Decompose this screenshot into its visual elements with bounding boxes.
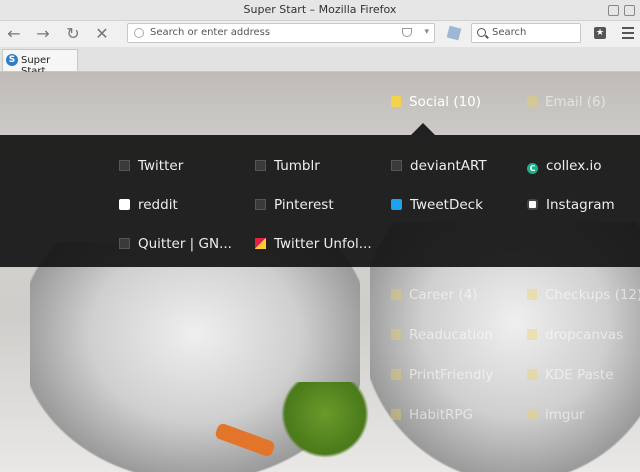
site-icon <box>391 409 401 420</box>
folder-icon <box>527 289 537 300</box>
folder-icon <box>527 96 537 107</box>
site-info-icon[interactable] <box>134 28 144 38</box>
reload-icon: ↻ <box>66 24 80 43</box>
site-twitter-unfollow[interactable]: Twitter Unfol... <box>255 236 372 252</box>
site-quitter[interactable]: Quitter | GN... <box>119 236 232 252</box>
site-icon <box>527 409 537 420</box>
broccoli-image <box>270 382 380 462</box>
address-placeholder: Search or enter address <box>150 27 271 38</box>
site-tweetdeck[interactable]: TweetDeck <box>391 197 483 213</box>
site-tumblr[interactable]: Tumblr <box>255 158 320 174</box>
site-pinterest[interactable]: Pinterest <box>255 197 334 213</box>
site-collex[interactable]: Ccollex.io <box>527 158 602 174</box>
site-icon <box>391 160 402 171</box>
search-icon <box>477 28 486 37</box>
search-bar[interactable]: Search <box>471 23 581 43</box>
folder-career[interactable]: Career (4) <box>391 287 478 303</box>
site-icon <box>255 160 266 171</box>
pocket-icon[interactable] <box>402 28 412 37</box>
tab-strip: S Super Start <box>0 47 640 77</box>
address-bar[interactable]: Search or enter address ▾ <box>127 23 435 43</box>
reddit-icon <box>119 199 130 210</box>
tab-super-start[interactable]: S Super Start <box>2 49 78 77</box>
site-deviantart[interactable]: deviantART <box>391 158 487 174</box>
social-folder-panel: Twitter Tumblr deviantART Ccollex.io red… <box>0 135 640 267</box>
title-bar: Super Start – Mozilla Firefox <box>0 0 640 21</box>
history-dropdown-icon[interactable]: ▾ <box>424 27 429 37</box>
window-title: Super Start – Mozilla Firefox <box>243 3 397 16</box>
site-printfriendly[interactable]: PrintFriendly <box>391 367 493 383</box>
folder-email[interactable]: Email (6) <box>527 94 606 110</box>
site-icon <box>391 369 401 380</box>
site-icon <box>255 199 266 210</box>
forward-button[interactable]: → <box>32 24 54 44</box>
site-instagram[interactable]: Instagram <box>527 197 615 213</box>
folder-icon <box>391 289 401 300</box>
site-twitter[interactable]: Twitter <box>119 158 183 174</box>
super-start-page: Social (10) Email (6) Twitter Tumblr dev… <box>0 72 640 472</box>
forward-arrow-icon: → <box>36 24 50 43</box>
navigation-toolbar: ← → ↻ ✕ Search or enter address ▾ Search… <box>0 21 640 47</box>
stop-button[interactable]: ✕ <box>91 24 113 44</box>
folder-icon <box>391 96 401 107</box>
site-dropcanvas[interactable]: dropcanvas <box>527 327 623 343</box>
instagram-icon <box>527 199 538 210</box>
back-arrow-icon: ← <box>7 24 21 43</box>
unfollow-icon <box>255 238 266 249</box>
folder-checkups[interactable]: Checkups (12) <box>527 287 640 303</box>
site-icon <box>527 369 537 380</box>
bookmarks-menu-icon[interactable]: ★ <box>594 27 606 39</box>
site-kde-paste[interactable]: KDE Paste <box>527 367 614 383</box>
stop-icon: ✕ <box>95 24 109 43</box>
tweetdeck-icon <box>391 199 402 210</box>
back-button[interactable]: ← <box>3 24 25 44</box>
collex-icon: C <box>527 163 538 174</box>
extension-cube-icon[interactable] <box>446 25 462 41</box>
super-start-favicon-icon: S <box>6 54 18 66</box>
panel-pointer <box>411 123 435 135</box>
folder-social[interactable]: Social (10) <box>391 94 481 110</box>
hamburger-menu-icon[interactable] <box>622 27 634 39</box>
site-habitrpg[interactable]: HabitRPG <box>391 407 473 423</box>
site-icon <box>527 329 537 340</box>
reload-button[interactable]: ↻ <box>62 24 84 44</box>
site-icon <box>119 238 130 249</box>
minimize-button[interactable] <box>608 5 619 16</box>
site-reddit[interactable]: reddit <box>119 197 178 213</box>
site-icon <box>391 329 401 340</box>
search-placeholder: Search <box>492 27 527 38</box>
site-imgur[interactable]: imgur <box>527 407 585 423</box>
site-icon <box>119 160 130 171</box>
close-window-button[interactable] <box>624 5 635 16</box>
site-readucation[interactable]: Readucation <box>391 327 493 343</box>
